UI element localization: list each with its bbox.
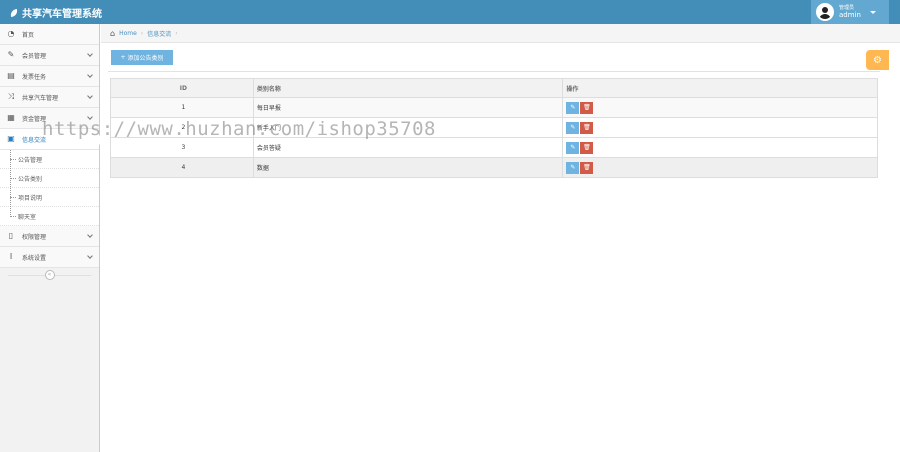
submenu-item-label: 项目说明 — [18, 194, 43, 202]
edit-icon[interactable]: ✎ — [566, 101, 580, 114]
breadcrumb-home-link[interactable]: Home — [119, 30, 137, 37]
calendar-icon: ▦ — [7, 113, 15, 122]
chevron-down-icon — [87, 253, 93, 259]
edit-icon[interactable]: ✎ — [566, 161, 580, 174]
submenu-item-project-notes[interactable]: 项目说明 — [0, 188, 99, 207]
double-chevron-left-icon[interactable]: « — [44, 270, 55, 280]
submenu-item-label: 公告类别 — [18, 175, 43, 183]
book-icon: ▤ — [7, 71, 15, 80]
trash-icon[interactable]: 🗑 — [580, 161, 594, 174]
sidebar-item-members[interactable]: ✎ 会员管理 — [0, 45, 99, 66]
cell-id: 3 — [110, 137, 254, 158]
submenu: 公告管理 公告类别 项目说明 聊天室 — [0, 150, 99, 226]
settings-button[interactable]: ⚙ — [866, 50, 889, 70]
text-width-icon: Ⅰ — [9, 252, 13, 261]
add-category-label: 添加公告类别 — [127, 55, 164, 62]
file-icon: ▯ — [8, 231, 14, 240]
watermark-text: https://www.huzhan.com/ishop35708 — [42, 118, 436, 140]
table-header-row: ID 类别名称 操作 — [110, 78, 878, 98]
trash-icon[interactable]: 🗑 — [580, 141, 594, 154]
edit-icon[interactable]: ✎ — [566, 121, 580, 134]
cell-actions: ✎ 🗑 — [562, 137, 878, 158]
tachometer-icon: ◔ — [7, 29, 15, 38]
chevron-down-icon — [87, 51, 93, 57]
chevron-down-icon — [87, 232, 93, 238]
submenu-item-label: 聊天室 — [18, 213, 37, 221]
sidebar-item-label: 权限管理 — [22, 233, 47, 241]
divider — [108, 71, 880, 72]
sidebar-item-label: 系统设置 — [22, 254, 47, 262]
sidebar-item-cars[interactable]: ⤨ 共享汽车管理 — [0, 87, 99, 108]
table-row: 3 会员答疑 ✎ 🗑 — [110, 137, 878, 158]
trash-icon[interactable]: 🗑 — [580, 101, 594, 114]
sidebar: ◔ 首页 ✎ 会员管理 ▤ 发票任务 ⤨ 共享汽车管理 ▦ 资金管理 ▣ 信息交… — [0, 24, 100, 452]
user-name: admin — [839, 11, 861, 19]
sidebar-item-home[interactable]: ◔ 首页 — [0, 24, 99, 45]
avatar — [816, 3, 834, 21]
edit-icon: ✎ — [7, 50, 15, 59]
gear-icon: ⚙ — [873, 54, 882, 66]
app-title: 共享汽车管理系统 — [22, 9, 102, 20]
random-icon: ⤨ — [7, 92, 15, 101]
sidebar-item-tasks[interactable]: ▤ 发票任务 — [0, 66, 99, 87]
submenu-item-chatroom[interactable]: 聊天室 — [0, 207, 99, 226]
sidebar-item-system[interactable]: Ⅰ 系统设置 — [0, 247, 99, 268]
caret-down-icon — [869, 10, 876, 14]
breadcrumb-separator-icon: › — [175, 29, 178, 37]
sidebar-item-label: 共享汽车管理 — [22, 94, 59, 102]
home-icon: ⌂ — [110, 28, 116, 38]
column-header-actions: 操作 — [562, 78, 878, 98]
user-menu[interactable]: 管理员 admin — [811, 0, 889, 24]
user-info: 管理员 admin — [839, 5, 861, 19]
sidebar-item-label: 首页 — [22, 31, 35, 39]
cell-name: 数据 — [252, 157, 564, 178]
cell-name: 每日早报 — [252, 97, 564, 118]
table-row: 4 数据 ✎ 🗑 — [110, 157, 878, 178]
chevron-down-icon — [87, 93, 93, 99]
column-header-name[interactable]: 类别名称 — [252, 78, 564, 98]
trash-icon[interactable]: 🗑 — [580, 121, 594, 134]
app-brand[interactable]: 共享汽车管理系统 — [9, 5, 102, 20]
cell-actions: ✎ 🗑 — [562, 97, 878, 118]
column-header-id[interactable]: ID — [110, 78, 254, 98]
plus-icon: + — [120, 54, 126, 61]
sidebar-item-label: 会员管理 — [22, 52, 47, 60]
sidebar-item-label: 发票任务 — [22, 73, 47, 81]
top-navbar: 共享汽车管理系统 管理员 admin — [0, 0, 900, 24]
leaf-icon — [9, 8, 19, 17]
submenu-item-label: 公告管理 — [18, 156, 43, 164]
sidebar-item-permissions[interactable]: ▯ 权限管理 — [0, 226, 99, 247]
cell-actions: ✎ 🗑 — [562, 117, 878, 138]
submenu-item-notice-categories[interactable]: 公告类别 — [0, 169, 99, 188]
sidebar-collapse-bar: « — [0, 268, 99, 282]
breadcrumb: ⌂ Home › 信息交流 › — [101, 24, 900, 43]
chevron-down-icon — [87, 72, 93, 78]
submenu-item-notices[interactable]: 公告管理 — [0, 150, 99, 169]
cell-id: 4 — [110, 157, 254, 178]
breadcrumb-current[interactable]: 信息交流 — [147, 29, 171, 38]
breadcrumb-separator-icon: › — [140, 29, 144, 37]
edit-icon[interactable]: ✎ — [566, 141, 580, 154]
table-row: 1 每日早报 ✎ 🗑 — [110, 97, 878, 118]
cell-id: 1 — [110, 97, 254, 118]
cell-actions: ✎ 🗑 — [562, 157, 878, 178]
cell-name: 会员答疑 — [252, 137, 564, 158]
list-alt-icon: ▣ — [7, 134, 15, 143]
add-category-button[interactable]: + 添加公告类别 — [111, 50, 173, 65]
